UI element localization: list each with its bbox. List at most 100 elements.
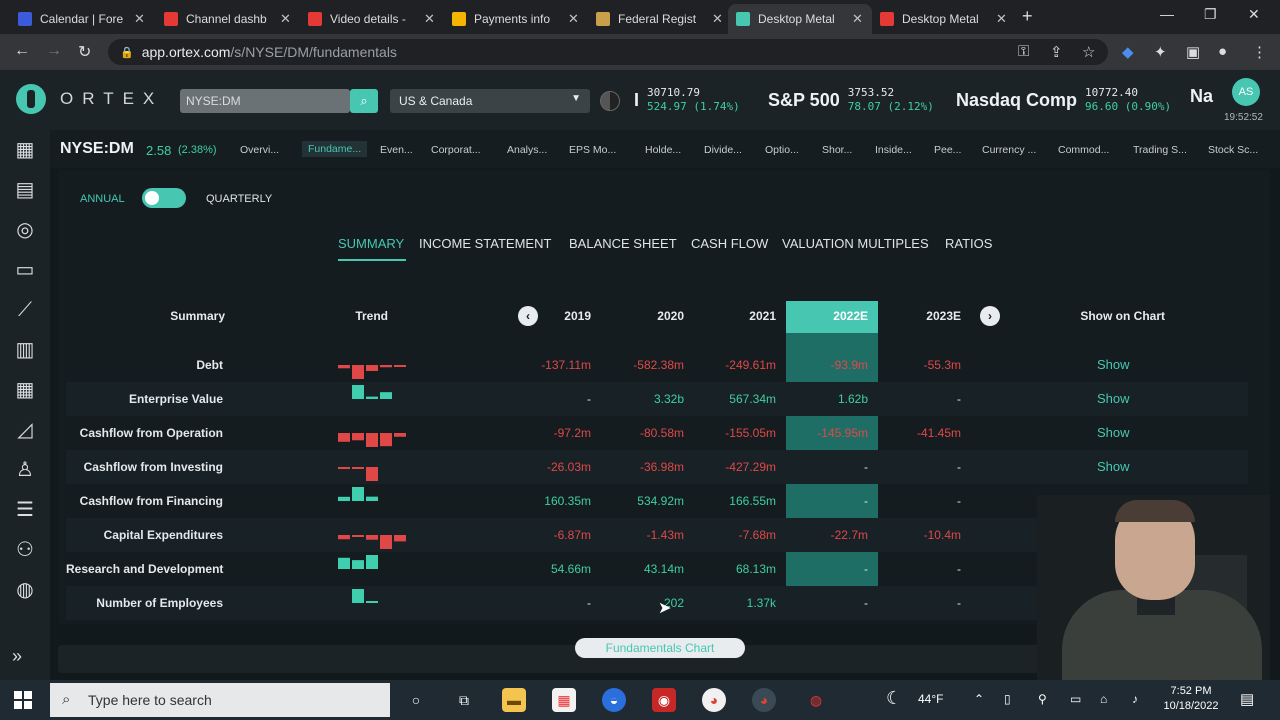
avatar[interactable]: AS: [1232, 78, 1260, 106]
fundamentals-subtab[interactable]: SUMMARY: [338, 236, 404, 251]
instrument-tab[interactable]: Commod...: [1058, 144, 1109, 156]
reload-icon[interactable]: ↻: [78, 42, 91, 62]
instrument-tab[interactable]: Even...: [380, 144, 413, 156]
share-icon[interactable]: ⇪: [1050, 43, 1063, 61]
media-app-icon[interactable]: ◉: [652, 688, 676, 712]
list-icon[interactable]: ☰: [12, 498, 38, 522]
ticker-nasdaq[interactable]: Nasdaq Comp 10772.40 96.60 (0.90%): [956, 86, 1171, 114]
back-icon[interactable]: ←: [14, 42, 30, 60]
browser-tab[interactable]: Desktop Metal ✕: [872, 4, 1016, 34]
tab-close-icon[interactable]: ✕: [852, 11, 863, 27]
close-window-icon[interactable]: ✕: [1248, 6, 1260, 23]
next-years-icon[interactable]: ›: [980, 306, 1000, 326]
windows-start-icon[interactable]: [14, 691, 32, 709]
instrument-tab[interactable]: Currency ...: [982, 144, 1036, 156]
app-icon[interactable]: ◒: [602, 688, 626, 712]
new-tab-button[interactable]: +: [1022, 6, 1033, 27]
calendar-icon[interactable]: ▦: [12, 378, 38, 402]
instrument-tab[interactable]: Analys...: [507, 144, 547, 156]
col-year[interactable]: 2020: [614, 309, 684, 323]
fundamentals-subtab[interactable]: RATIOS: [945, 236, 992, 251]
show-on-chart-link[interactable]: Show: [1097, 425, 1130, 440]
minimize-icon[interactable]: —: [1160, 6, 1174, 22]
battery-icon[interactable]: ▭: [1070, 692, 1081, 706]
tab-close-icon[interactable]: ✕: [134, 11, 145, 27]
profile-icon[interactable]: ●: [1218, 43, 1227, 60]
annual-label[interactable]: ANNUAL: [80, 193, 125, 205]
instrument-tab[interactable]: EPS Mo...: [569, 144, 616, 156]
period-toggle[interactable]: [142, 188, 186, 208]
store-icon[interactable]: ▦: [552, 688, 576, 712]
symbol-search-input[interactable]: NYSE:DM: [180, 89, 350, 113]
chrome-active-icon[interactable]: ◕: [752, 688, 776, 712]
maximize-icon[interactable]: ❐: [1204, 6, 1217, 23]
show-on-chart-link[interactable]: Show: [1097, 391, 1130, 406]
show-on-chart-link[interactable]: Show: [1097, 357, 1130, 372]
moon-weather-icon[interactable]: ☾: [886, 688, 902, 709]
tab-close-icon[interactable]: ✕: [280, 11, 291, 27]
key-icon[interactable]: ⚿: [1018, 43, 1029, 60]
url-field[interactable]: 🔒 app.ortex.com /s/NYSE/DM/fundamentals: [108, 39, 1108, 65]
instrument-tab[interactable]: Inside...: [875, 144, 912, 156]
col-year[interactable]: 2022E: [798, 309, 868, 323]
instrument-tab[interactable]: Stock Sc...: [1208, 144, 1258, 156]
instrument-tab[interactable]: Corporat...: [431, 144, 481, 156]
forward-icon[interactable]: →: [46, 42, 62, 60]
instrument-tab[interactable]: Overvi...: [240, 144, 279, 156]
instrument-tab[interactable]: Optio...: [765, 144, 799, 156]
news-icon[interactable]: ▥: [12, 338, 38, 362]
area-chart-icon[interactable]: ◿: [12, 418, 38, 442]
instrument-tab[interactable]: Divide...: [704, 144, 742, 156]
col-year[interactable]: 2023E: [891, 309, 961, 323]
network-icon[interactable]: ⌂: [1100, 692, 1107, 706]
bookmark-star-icon[interactable]: ☆: [1082, 43, 1095, 61]
weather-temp[interactable]: 44°F: [918, 692, 943, 706]
tray-app-icon[interactable]: ▯: [1004, 692, 1011, 706]
chrome-icon[interactable]: ◕: [702, 688, 726, 712]
chart-board-icon[interactable]: ▤: [12, 178, 38, 202]
expand-sidebar-icon[interactable]: »: [12, 646, 22, 667]
tray-usb-icon[interactable]: ⚲: [1038, 692, 1047, 706]
globe-icon[interactable]: ◍: [12, 578, 38, 602]
browser-tab[interactable]: Federal Regist ✕: [588, 4, 732, 34]
tab-close-icon[interactable]: ✕: [568, 11, 579, 27]
taskbar-clock[interactable]: 7:52 PM 10/18/2022: [1160, 684, 1222, 714]
instrument-tab[interactable]: Shor...: [822, 144, 852, 156]
instrument-tab[interactable]: Trading S...: [1133, 144, 1187, 156]
recorder-icon[interactable]: ◍: [804, 688, 828, 712]
browser-tab[interactable]: Video details - ✕: [300, 4, 444, 34]
tab-close-icon[interactable]: ✕: [424, 11, 435, 27]
browser-tab[interactable]: Channel dashb ✕: [156, 4, 300, 34]
ticker-dow[interactable]: I 30710.79 524.97 (1.74%): [634, 86, 740, 114]
menu-dots-icon[interactable]: ⋮: [1252, 43, 1267, 61]
show-on-chart-link[interactable]: Show: [1097, 459, 1130, 474]
theme-toggle[interactable]: [600, 91, 620, 111]
search-icon[interactable]: ⌕: [350, 89, 378, 113]
tab-close-icon[interactable]: ✕: [996, 11, 1007, 27]
browser-tab[interactable]: Desktop Metal ✕: [728, 4, 872, 34]
line-chart-icon[interactable]: ⟋: [12, 298, 38, 322]
region-select[interactable]: US & Canada ▼: [390, 89, 590, 113]
sidepanel-icon[interactable]: ▣: [1186, 43, 1200, 61]
extension-icon[interactable]: ◆: [1122, 43, 1134, 61]
fundamentals-subtab[interactable]: INCOME STATEMENT: [419, 236, 551, 251]
browser-tab[interactable]: Calendar | Fore ✕: [10, 4, 154, 34]
briefcase-icon[interactable]: ▭: [12, 258, 38, 282]
col-year[interactable]: 2021: [706, 309, 776, 323]
puzzle-icon[interactable]: ✦: [1154, 43, 1167, 61]
instrument-tab[interactable]: Holde...: [645, 144, 681, 156]
task-view-icon[interactable]: ⧉: [452, 688, 476, 712]
grid-icon[interactable]: ▦: [12, 138, 38, 162]
ticker-next[interactable]: Na: [1190, 86, 1221, 107]
tab-close-icon[interactable]: ✕: [712, 11, 723, 27]
browser-tab[interactable]: Payments info ✕: [444, 4, 588, 34]
tray-chevron-icon[interactable]: ⌃: [974, 692, 984, 706]
target-icon[interactable]: ◎: [12, 218, 38, 242]
col-year[interactable]: 2019: [521, 309, 591, 323]
users-icon[interactable]: ⚇: [12, 538, 38, 562]
instrument-tab[interactable]: Pee...: [934, 144, 961, 156]
cortana-icon[interactable]: ○: [404, 688, 428, 712]
instrument-tab[interactable]: Fundame...: [302, 141, 368, 157]
fundamentals-subtab[interactable]: CASH FLOW: [691, 236, 768, 251]
ortex-logo[interactable]: ORTEX: [16, 84, 163, 114]
